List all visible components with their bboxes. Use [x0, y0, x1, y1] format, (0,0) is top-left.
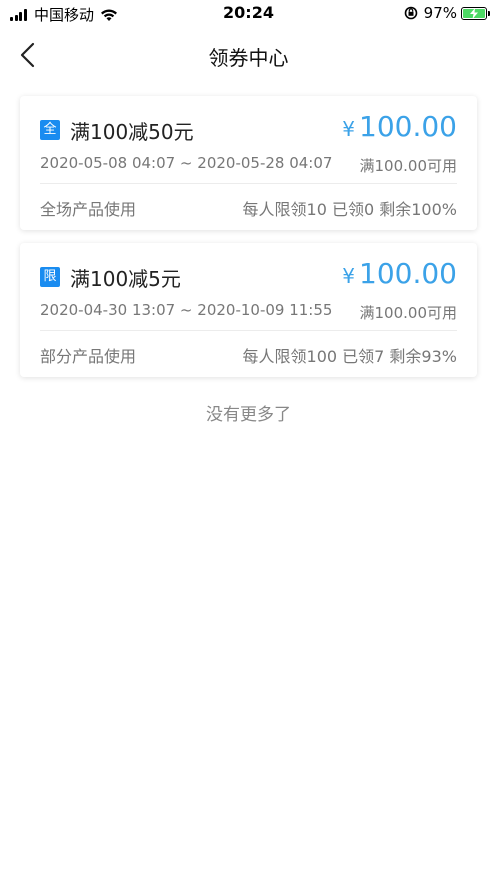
coupon-name: 满100减50元	[70, 120, 194, 144]
coupon-condition: 满100.00可用	[359, 304, 458, 322]
coupon-amount: 100.00	[359, 257, 457, 290]
coupon-price: ¥100.00	[342, 110, 457, 143]
currency-symbol: ¥	[342, 117, 356, 141]
coupon-footer: 全场产品使用 每人限领10 已领0 剩余100%	[40, 184, 457, 229]
coupon-tag: 全	[40, 120, 60, 140]
coupon-price: ¥100.00	[342, 257, 457, 290]
status-bar: 中国移动 20:24 97%	[0, 0, 497, 28]
coupon-scope: 全场产品使用	[40, 200, 137, 219]
battery-charging-icon	[461, 6, 490, 20]
coupon-condition: 满100.00可用	[359, 157, 458, 175]
coupon-header: 全 满100减50元 ¥100.00 2020-05-08 04:07 ~ 20…	[40, 96, 457, 184]
orientation-lock-icon	[404, 6, 417, 20]
coupon-name: 满100减5元	[70, 267, 181, 291]
nav-bar: 领券中心	[0, 28, 497, 82]
status-right: 97%	[404, 4, 490, 22]
coupon-scope: 部分产品使用	[40, 347, 137, 366]
battery-percent: 97%	[423, 4, 457, 22]
coupon-validity: 2020-04-30 13:07 ~ 2020-10-09 11:55	[40, 301, 333, 319]
page-title: 领券中心	[208, 46, 289, 70]
coupon-card[interactable]: 限 满100减5元 ¥100.00 2020-04-30 13:07 ~ 202…	[20, 243, 477, 377]
coupon-limit: 每人限领100 已领7 剩余93%	[242, 347, 457, 366]
currency-symbol: ¥	[342, 264, 356, 288]
coupon-header: 限 满100减5元 ¥100.00 2020-04-30 13:07 ~ 202…	[40, 243, 457, 331]
coupon-tag: 限	[40, 267, 60, 287]
coupon-amount: 100.00	[359, 110, 457, 143]
coupon-card[interactable]: 全 满100减50元 ¥100.00 2020-05-08 04:07 ~ 20…	[20, 96, 477, 230]
no-more-text: 没有更多了	[206, 405, 291, 425]
coupon-footer: 部分产品使用 每人限领100 已领7 剩余93%	[40, 331, 457, 376]
coupon-limit: 每人限领10 已领0 剩余100%	[242, 200, 457, 219]
coupon-list: 全 满100减50元 ¥100.00 2020-05-08 04:07 ~ 20…	[20, 96, 477, 390]
coupon-validity: 2020-05-08 04:07 ~ 2020-05-28 04:07	[40, 154, 333, 172]
